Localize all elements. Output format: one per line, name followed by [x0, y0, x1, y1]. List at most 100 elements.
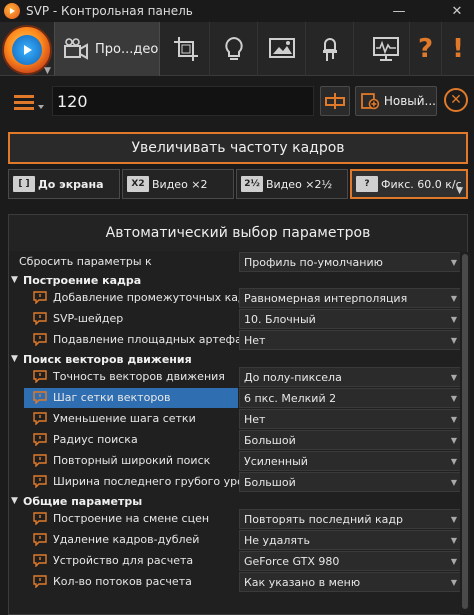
delete-profile-button[interactable]: ✕	[444, 88, 468, 112]
chevron-down-icon: ▼	[450, 336, 457, 345]
parameter-value: GeForce GTX 980	[244, 555, 340, 568]
alert-button[interactable]: !	[442, 22, 474, 76]
increase-framerate-button[interactable]: Увеличивать частоту кадров	[8, 132, 468, 164]
comment-icon	[33, 454, 47, 468]
profile-options-button[interactable]	[320, 86, 350, 116]
close-window-button[interactable]: ✕	[442, 0, 472, 22]
mode-video-x2-button[interactable]: X2 Видео ×2	[122, 169, 234, 199]
parameter-value: Профиль по-умолчанию	[244, 256, 383, 269]
parameter-label: Кол-во потоков расчета	[53, 575, 192, 588]
profile-name-input[interactable]	[52, 86, 314, 116]
parameter-value: Нет	[244, 413, 266, 426]
tab-monitor[interactable]	[362, 22, 410, 76]
chevron-down-icon: ▼	[450, 415, 457, 424]
parameter-label: Добавление промежуточных кадров	[53, 291, 266, 304]
window-title: SVP - Контрольная панель	[26, 4, 193, 18]
chevron-down-icon: ▼	[450, 578, 457, 587]
close-icon: ✕	[450, 92, 462, 108]
scrollbar-thumb[interactable]	[462, 254, 468, 609]
increase-framerate-label: Увеличивать частоту кадров	[131, 140, 345, 156]
parameter-label: SVP-шейдер	[53, 312, 124, 325]
parameter-row[interactable]: SVP-шейдер 10. Блочный ▼	[9, 309, 462, 330]
comment-icon	[33, 575, 47, 589]
parameter-label: Повторный широкий поиск	[53, 454, 211, 467]
comment-icon	[33, 312, 47, 326]
new-profile-label: Новый...	[383, 94, 436, 108]
parameter-row[interactable]: Подавление площадных артефактов Нет ▼	[9, 330, 462, 351]
mode-fixed-fps-button[interactable]: ? Фикс. 60.0 к/с ▼	[350, 169, 468, 199]
new-profile-button[interactable]: Новый...	[355, 86, 437, 116]
chevron-down-icon: ▼	[450, 394, 457, 403]
screen-mode-icon: [ ]	[13, 176, 35, 192]
parameter-row[interactable]: Добавление промежуточных кадров Равномерн…	[9, 288, 462, 309]
parameter-label: Построение на смене сцен	[53, 512, 210, 525]
parameter-row[interactable]: Ширина последнего грубого уровня Большой ▼	[9, 472, 462, 493]
parameter-label: Ширина последнего грубого уровня	[53, 475, 265, 488]
parameter-dropdown[interactable]: Равномерная интерполяция ▼	[239, 288, 462, 308]
chevron-down-icon: ▼	[450, 457, 457, 466]
parameter-dropdown[interactable]: Не удалять ▼	[239, 530, 462, 550]
mode-to-screen-button[interactable]: [ ] До экрана	[8, 169, 120, 199]
tab-led[interactable]	[306, 22, 354, 76]
parameter-label: Устройство для расчета	[53, 554, 194, 567]
parameter-dropdown[interactable]: Профиль по-умолчанию ▼	[239, 252, 462, 272]
chevron-down-icon: ▼	[450, 436, 457, 445]
parameter-value: Повторять последний кадр	[244, 513, 403, 526]
parameter-value: 10. Блочный	[244, 313, 316, 326]
comment-icon	[33, 370, 47, 384]
comment-icon	[33, 391, 47, 405]
parameter-row[interactable]: Точность векторов движения До полу-пиксел…	[9, 367, 462, 388]
parameter-label: Шаг сетки векторов	[53, 391, 171, 404]
parameter-row[interactable]: Радиус поиска Большой ▼	[9, 430, 462, 451]
parameter-value: Равномерная интерполяция	[244, 292, 408, 305]
parameter-dropdown[interactable]: Нет ▼	[239, 409, 462, 429]
parameter-value: 6 пкс. Мелкий 2	[244, 392, 337, 405]
parameter-dropdown[interactable]: Повторять последний кадр ▼	[239, 509, 462, 529]
parameter-row[interactable]: Кол-во потоков расчета Как указано в меню…	[9, 572, 462, 593]
parameter-value: До полу-пиксела	[244, 371, 342, 384]
parameter-value: Как указано в меню	[244, 576, 361, 589]
chevron-down-icon: ▼	[450, 557, 457, 566]
parameter-dropdown[interactable]: Усиленный ▼	[239, 451, 462, 471]
help-button[interactable]: ?	[410, 22, 442, 76]
parameter-dropdown[interactable]: До полу-пиксела ▼	[239, 367, 462, 387]
parameter-row[interactable]: Шаг сетки векторов 6 пкс. Мелкий 2 ▼	[9, 388, 462, 409]
parameter-row[interactable]: Устройство для расчета GeForce GTX 980 ▼	[9, 551, 462, 572]
mode-video-x2-5-button[interactable]: 2½ Видео ×2½	[236, 169, 348, 199]
parameter-dropdown[interactable]: 6 пкс. Мелкий 2 ▼	[239, 388, 462, 408]
tab-crop[interactable]	[162, 22, 210, 76]
parameter-row[interactable]: Построение на смене сцен Повторять послед…	[9, 509, 462, 530]
crop-icon	[173, 37, 198, 61]
parameter-row[interactable]: Сбросить параметры к Профиль по-умолчанию…	[9, 252, 462, 273]
tab-screen[interactable]	[258, 22, 306, 76]
exclamation-icon: !	[452, 34, 464, 64]
profile-row: Новый... ✕	[0, 80, 474, 120]
parameter-dropdown[interactable]: GeForce GTX 980 ▼	[239, 551, 462, 571]
parameter-dropdown[interactable]: 10. Блочный ▼	[239, 309, 462, 329]
mode-label: До экрана	[38, 177, 104, 191]
parameter-dropdown[interactable]: Большой ▼	[239, 430, 462, 450]
collapse-arrow-icon: ▼	[11, 496, 18, 506]
parameter-value: Усиленный	[244, 455, 308, 468]
parameter-dropdown[interactable]: Нет ▼	[239, 330, 462, 350]
parameter-dropdown[interactable]: Как указано в меню ▼	[239, 572, 462, 592]
chevron-down-icon: ▼	[450, 315, 457, 324]
tab-video-profiles[interactable]: Про...део	[54, 22, 160, 76]
parameter-dropdown[interactable]: Большой ▼	[239, 472, 462, 492]
film-camera-icon	[64, 38, 88, 60]
hamburger-menu-icon	[14, 95, 44, 110]
sliders-icon	[325, 93, 345, 109]
parameter-row[interactable]: Уменьшение шага сетки Нет ▼	[9, 409, 462, 430]
x2-mode-icon: X2	[127, 176, 149, 192]
vertical-scrollbar[interactable]	[460, 252, 470, 615]
play-icon	[12, 35, 42, 65]
parameter-row[interactable]: Повторный широкий поиск Усиленный ▼	[9, 451, 462, 472]
tab-lighting[interactable]	[210, 22, 258, 76]
profile-menu-button[interactable]	[9, 86, 49, 118]
comment-icon	[33, 433, 47, 447]
minimize-button[interactable]: —	[384, 0, 414, 22]
chevron-down-icon: ▼	[450, 258, 457, 267]
chevron-down-icon: ▼	[450, 373, 457, 382]
parameter-row[interactable]: Удаление кадров-дублей Не удалять ▼	[9, 530, 462, 551]
section-title: Общие параметры	[23, 495, 143, 508]
